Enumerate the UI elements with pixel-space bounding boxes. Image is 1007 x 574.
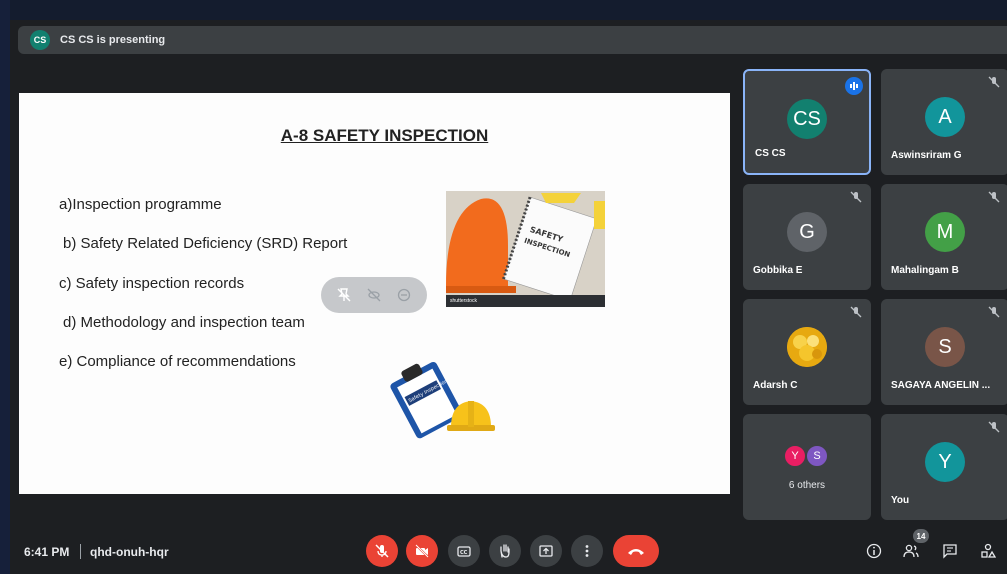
slide-bullet: d) Methodology and inspection team [63,314,305,331]
activities-icon [981,543,996,558]
presenting-text: CS CS is presenting [60,34,166,46]
avatar: CS [787,99,827,139]
shared-slide: A-8 SAFETY INSPECTION a)Inspection progr… [19,93,730,494]
present-icon [539,545,553,557]
avatar: A [925,97,965,137]
participant-tile-cs-cs[interactable]: CS CS CS [743,69,871,175]
mic-off-icon [987,420,1001,434]
participant-name: Adarsh C [753,380,798,391]
avatar: M [925,212,965,252]
divider [80,544,81,559]
activities-button[interactable] [979,542,997,560]
participant-tile-mahalingam[interactable]: M Mahalingam B [881,184,1007,290]
hard-hat-notebook-illustration: SAFETY INSPECTION [446,191,605,307]
avatar: Y [783,444,807,468]
avatar: S [925,327,965,367]
participant-name: SAGAYA ANGELIN ... [891,380,991,391]
captions-button[interactable]: CC [448,535,480,567]
presentation-controls [321,277,427,313]
captions-icon: CC [457,546,471,557]
svg-text:CC: CC [460,550,468,556]
mic-off-icon [375,544,389,558]
slide-bullet: c) Safety inspection records [59,275,245,292]
more-options-button[interactable] [571,535,603,567]
mic-off-icon [987,305,1001,319]
participant-tile-adarsh[interactable]: Adarsh C [743,299,871,405]
mic-toggle-button[interactable] [366,535,398,567]
camera-off-icon [415,544,429,558]
mic-off-icon [849,190,863,204]
slide-bullet: e) Compliance of recommendations [59,353,296,370]
participant-tile-sagaya[interactable]: S SAGAYA ANGELIN ... [881,299,1007,405]
chat-button[interactable] [941,542,959,560]
bottom-control-bar: 6:41 PM qhd-onuh-hqr CC 14 [0,526,1007,574]
avatar: Y [925,442,965,482]
others-tile[interactable]: Y S 6 others [743,414,871,520]
mic-off-icon [987,75,1001,89]
photo-caption: shutterstock [446,295,605,307]
participant-count-badge: 14 [913,529,929,543]
hand-icon [500,544,510,558]
mic-off-icon [987,190,1001,204]
avatar-photo [787,327,827,367]
participant-tile-you[interactable]: Y You [881,414,1007,520]
presenting-banner: CS CS CS is presenting [18,26,1007,54]
participant-name: Mahalingam B [891,265,959,276]
participant-name: CS CS [755,148,786,159]
remove-icon[interactable] [394,285,414,305]
slide-bullet: a)Inspection programme [59,196,222,213]
pin-off-icon[interactable] [334,285,354,305]
clock: 6:41 PM [24,545,70,559]
people-button[interactable] [902,542,920,560]
info-icon [866,543,882,559]
window-frame-top [0,0,1007,20]
leave-call-button[interactable] [613,535,659,567]
participant-name: Gobbika E [753,265,803,276]
others-label: 6 others [788,480,826,491]
window-frame-side [0,0,10,574]
participant-tile-aswinsriram[interactable]: A Aswinsriram G [881,69,1007,175]
presenter-avatar: CS [30,30,50,50]
slide-photo: SAFETY INSPECTION shutterstock [446,191,605,307]
camera-toggle-button[interactable] [406,535,438,567]
slide-title: A-8 SAFETY INSPECTION [280,126,489,145]
participant-tile-gobbika[interactable]: G Gobbika E [743,184,871,290]
avatar: S [805,444,829,468]
people-icon [903,544,919,558]
present-now-button[interactable] [530,535,562,567]
meeting-code: qhd-onuh-hqr [90,545,169,559]
participant-name: Aswinsriram G [891,150,962,161]
clipboard-hardhat-clipart: Safety Inspection [387,361,497,441]
avatar: G [787,212,827,252]
speaking-indicator-icon [845,77,863,95]
slide-bullet: b) Safety Related Deficiency (SRD) Repor… [63,235,348,252]
hang-up-icon [628,549,644,555]
meeting-details-button[interactable] [865,542,883,560]
raise-hand-button[interactable] [489,535,521,567]
mic-off-icon [849,305,863,319]
participant-name: You [891,495,910,506]
more-vert-icon [585,545,589,557]
chat-icon [943,544,957,559]
hide-feed-icon[interactable] [364,285,384,305]
